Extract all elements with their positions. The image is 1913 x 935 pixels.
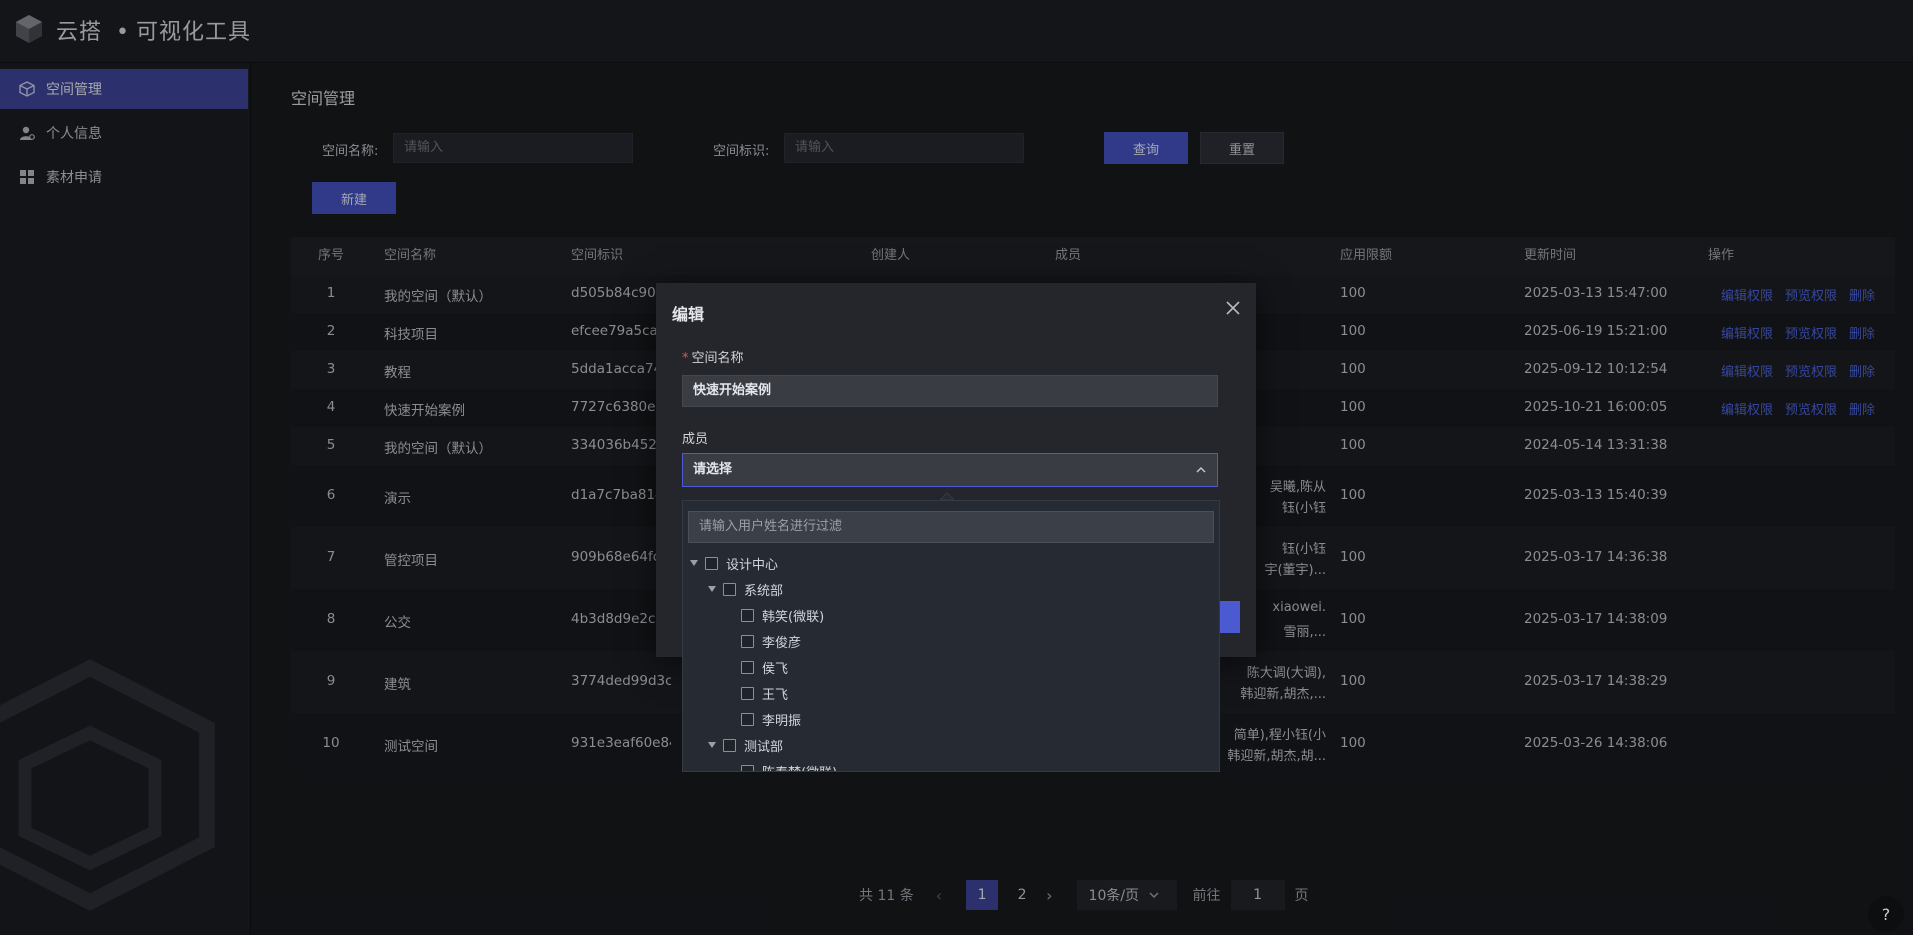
tree-node[interactable]: 李俊彦 xyxy=(725,630,801,652)
tree-node[interactable]: 设计中心 xyxy=(689,552,778,574)
tree-checkbox[interactable] xyxy=(741,660,754,674)
tree-node[interactable]: 侯飞 xyxy=(725,656,788,678)
tree-node-label: 李俊彦 xyxy=(762,635,802,651)
tree-checkbox[interactable] xyxy=(723,738,736,752)
members-select[interactable]: 请选择 xyxy=(682,453,1218,487)
tree-node-label: 系统部 xyxy=(744,583,784,599)
caret-down-icon xyxy=(689,558,699,568)
tree-node-label: 测试部 xyxy=(744,739,784,755)
tree-checkbox[interactable] xyxy=(741,634,754,648)
tree-checkbox[interactable] xyxy=(741,608,754,622)
tree-node[interactable]: 测试部 xyxy=(707,734,783,756)
tree-node[interactable]: 系统部 xyxy=(707,578,783,600)
tree-node-label: 陈春梦(微联) xyxy=(762,762,837,772)
space-name-field-label-text: 空间名称 xyxy=(691,351,744,366)
caret-down-icon xyxy=(707,584,717,594)
tree-checkbox[interactable] xyxy=(741,764,754,771)
tree-node[interactable]: 韩笑(微联) xyxy=(725,604,824,626)
dialog-title: 编辑 xyxy=(672,305,705,324)
tree-node-label: 王飞 xyxy=(762,687,789,703)
members-field-label: 成员 xyxy=(682,432,709,447)
required-marker: * xyxy=(682,351,689,366)
tree-node-label: 设计中心 xyxy=(726,557,779,573)
members-select-placeholder: 请选择 xyxy=(693,462,733,477)
space-name-field[interactable]: 快速开始案例 xyxy=(682,375,1218,407)
close-icon[interactable] xyxy=(1224,299,1242,317)
caret-down-icon xyxy=(707,740,717,750)
tree-node[interactable]: 王飞 xyxy=(725,682,788,704)
members-dropdown: 请输入用户姓名进行过滤 设计中心系统部韩笑(微联) 李俊彦侯飞王飞李明振测试部陈春… xyxy=(682,500,1220,772)
tree-checkbox[interactable] xyxy=(723,582,736,596)
help-button[interactable]: ? xyxy=(1868,896,1904,932)
chevron-up-icon xyxy=(1196,466,1206,473)
confirm-button[interactable] xyxy=(1218,601,1240,633)
tree-node[interactable]: 陈春梦(微联) xyxy=(725,760,837,772)
member-filter-input[interactable]: 请输入用户姓名进行过滤 xyxy=(688,511,1214,543)
tree-checkbox[interactable] xyxy=(705,556,718,570)
tree-node-label: 韩笑(微联) xyxy=(762,609,825,625)
tree-node-label: 李明振 xyxy=(762,713,802,729)
tree-checkbox[interactable] xyxy=(741,712,754,726)
tree-node-label: 侯飞 xyxy=(762,661,789,677)
tree-node[interactable]: 李明振 xyxy=(725,708,801,730)
tree-checkbox[interactable] xyxy=(741,686,754,700)
space-name-field-label: * 空间名称 xyxy=(682,347,744,366)
dropdown-caret xyxy=(940,492,954,500)
